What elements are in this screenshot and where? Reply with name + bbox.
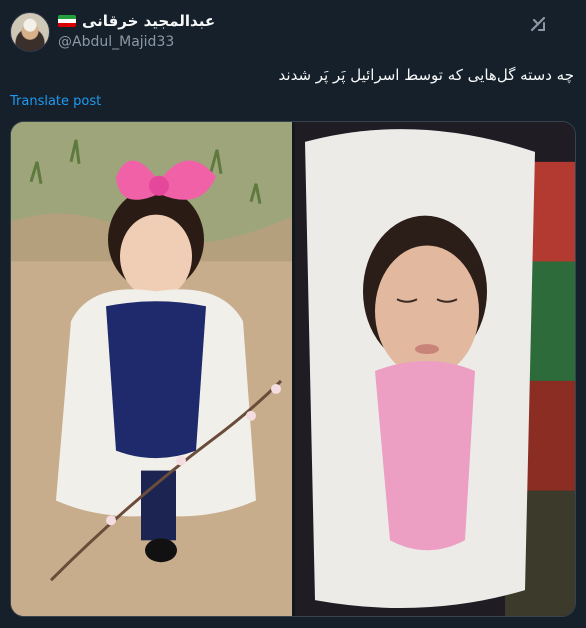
photo-child-in-shroud[interactable]: [295, 122, 575, 616]
avatar[interactable]: [10, 12, 50, 52]
tweet-text: چه دسته گل‌هایی که توسط اسرائیل پَر پَر …: [278, 66, 574, 84]
grok-icon[interactable]: [528, 14, 548, 34]
author-handle[interactable]: @Abdul_Majid33: [58, 34, 174, 50]
author-display-name[interactable]: عبدالمجید خرقانی: [82, 12, 215, 30]
iran-flag-icon: [58, 15, 76, 27]
tweet-header: عبدالمجید خرقانی @Abdul_Majid33: [10, 10, 576, 54]
photo-girl-with-flower-branch[interactable]: [11, 122, 292, 616]
photo-right-illustration: [295, 122, 575, 616]
photo-left-illustration: [11, 122, 292, 616]
author-name-row: عبدالمجید خرقانی: [58, 12, 215, 30]
tweet-media[interactable]: [10, 121, 576, 617]
translate-post-link[interactable]: Translate post: [10, 94, 101, 109]
